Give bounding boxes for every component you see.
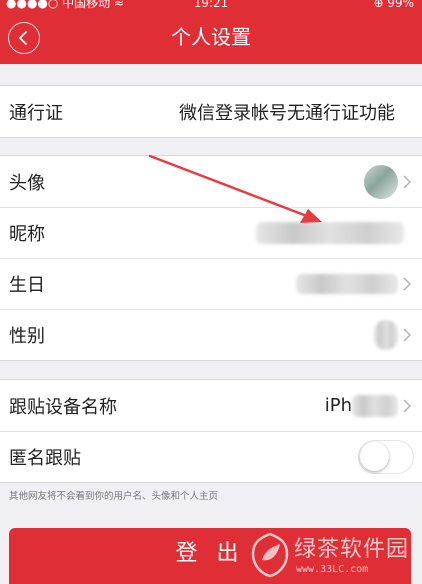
device-name-redacted [352,394,398,417]
avatar-row[interactable]: 头像 [0,156,422,207]
anonymous-label: 匿名跟贴 [9,447,81,469]
gender-label: 性别 [9,325,45,347]
gender-value-redacted [374,319,398,350]
chevron-right-icon [403,276,412,291]
chevron-right-icon [403,327,412,342]
device-group: 跟贴设备名称 iPh 匿名跟贴 [0,379,422,483]
anonymous-row: 匿名跟贴 [0,431,422,482]
passport-row[interactable]: 通行证 微信登录帐号无通行证功能 [0,86,422,137]
avatar-label: 头像 [9,172,45,194]
toggle-knob [360,441,389,471]
passport-label: 通行证 [9,102,63,124]
avatar [364,164,398,199]
logout-button[interactable]: 登 出 [9,528,411,584]
chevron-right-icon [403,174,412,189]
birthday-value-redacted [296,273,398,294]
birthday-row[interactable]: 生日 [0,258,422,309]
nickname-value-redacted [256,221,404,244]
gender-row[interactable]: 性别 [0,309,422,360]
nav-bar: 个人设置 [0,10,422,64]
anonymous-toggle[interactable] [358,439,414,474]
passport-group: 通行证 微信登录帐号无通行证功能 [0,85,422,138]
profile-group: 头像 昵称 生日 性别 [0,155,422,361]
device-name-row[interactable]: 跟贴设备名称 iPh [0,380,422,431]
status-time: 19:21 [193,0,229,10]
device-name-value: iPh [324,395,352,416]
passport-value: 微信登录帐号无通行证功能 [179,102,395,124]
page-title: 个人设置 [171,25,251,49]
device-name-label: 跟贴设备名称 [9,396,117,418]
status-bar: ●●●●○ 中国移动 ≈ 19:21 ⊕ 99% [0,0,422,10]
chevron-right-icon [403,398,412,413]
nickname-row[interactable]: 昵称 [0,207,422,258]
birthday-label: 生日 [9,274,45,296]
anonymous-hint: 其他网友将不会看到你的用户名、头像和个人主页 [9,491,219,502]
battery-indicator: ⊕ 99% [373,0,414,10]
nickname-label: 昵称 [9,223,45,245]
